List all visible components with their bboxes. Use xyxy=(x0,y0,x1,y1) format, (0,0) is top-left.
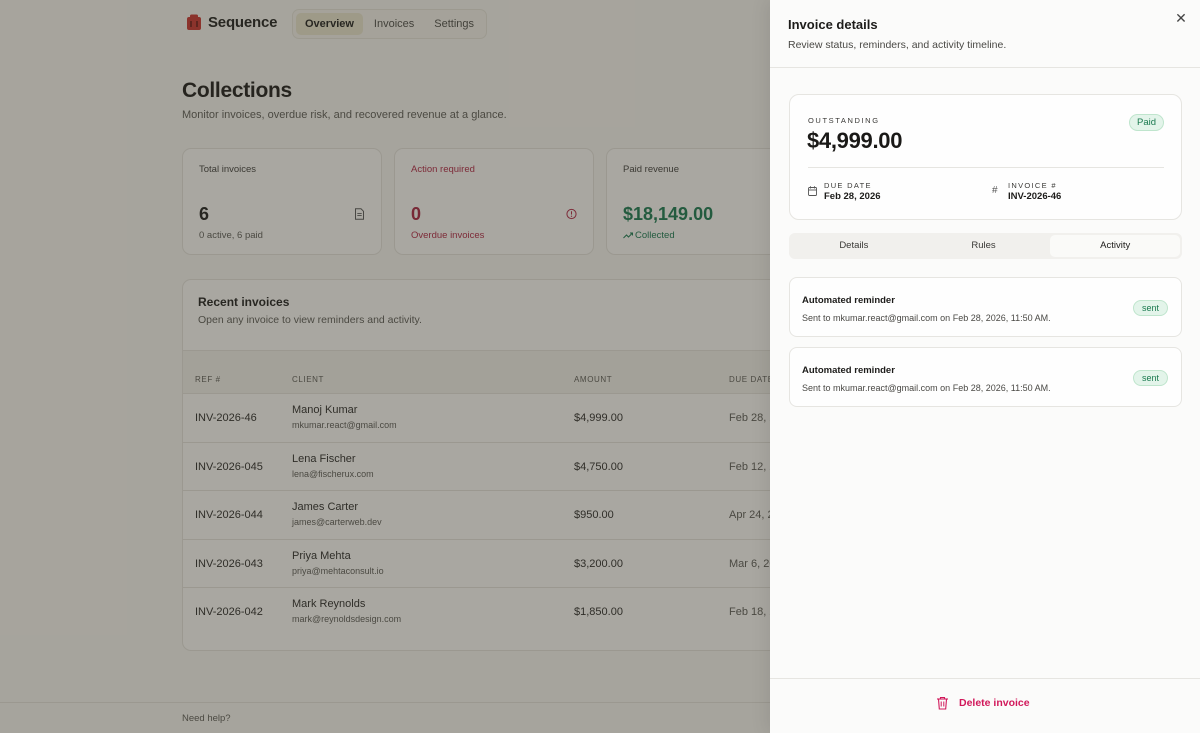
calendar-icon xyxy=(808,186,817,196)
drawer-header: Invoice details Review status, reminders… xyxy=(770,0,1200,68)
tab-rules[interactable]: Rules xyxy=(919,233,1049,259)
invoice-number-value: INV-2026-46 xyxy=(1008,191,1062,202)
outstanding-label: OUTSTANDING xyxy=(808,116,880,125)
activity-description: Sent to mkumar.react@gmail.com on Feb 28… xyxy=(802,313,1051,323)
invoice-summary-card: OUTSTANDING $4,999.00 Paid DUE DATE Feb … xyxy=(789,94,1182,220)
drawer-subtitle: Review status, reminders, and activity t… xyxy=(788,39,1007,51)
drawer-tabs: Details Rules Activity xyxy=(789,233,1182,259)
drawer-footer-divider xyxy=(770,678,1200,679)
delete-invoice-button[interactable]: Delete invoice xyxy=(936,696,1030,710)
close-icon[interactable]: ✕ xyxy=(1173,10,1189,26)
invoice-number-label: INVOICE # xyxy=(1008,181,1057,190)
status-badge: sent xyxy=(1132,300,1168,316)
activity-title: Automated reminder xyxy=(802,295,895,306)
trash-icon xyxy=(937,696,948,710)
status-badge: Paid xyxy=(1128,114,1164,131)
due-date-label: DUE DATE xyxy=(824,181,872,190)
tab-activity[interactable]: Activity xyxy=(1050,235,1181,257)
invoice-details-drawer: Invoice details Review status, reminders… xyxy=(770,0,1200,733)
divider xyxy=(808,167,1164,168)
delete-invoice-label: Delete invoice xyxy=(959,697,1030,709)
status-badge: sent xyxy=(1132,370,1168,386)
activity-item: Automated reminder Sent to mkumar.react@… xyxy=(789,277,1182,337)
drawer-title: Invoice details xyxy=(788,17,878,32)
tab-details[interactable]: Details xyxy=(789,233,919,259)
activity-description: Sent to mkumar.react@gmail.com on Feb 28… xyxy=(802,383,1051,393)
activity-item: Automated reminder Sent to mkumar.react@… xyxy=(789,347,1182,407)
outstanding-amount: $4,999.00 xyxy=(807,128,903,153)
due-date-value: Feb 28, 2026 xyxy=(824,191,881,202)
activity-title: Automated reminder xyxy=(802,365,895,376)
hash-icon: # xyxy=(992,185,998,196)
